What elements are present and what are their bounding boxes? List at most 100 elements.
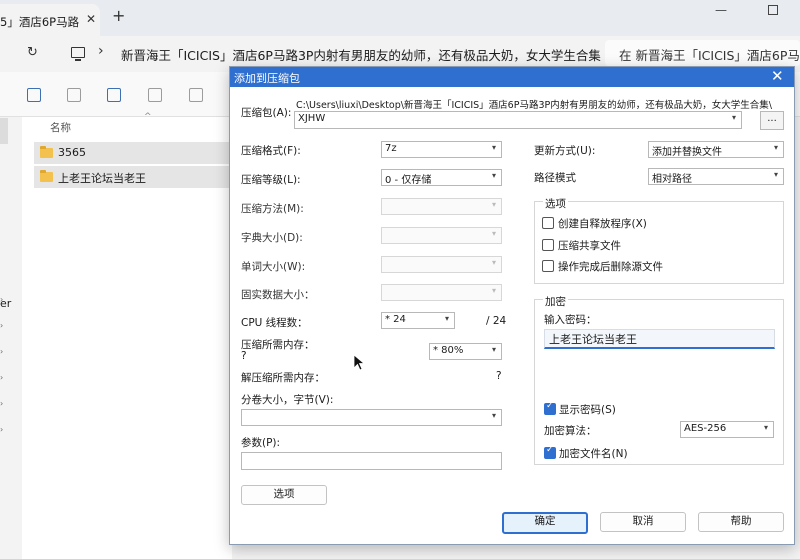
- params-label: 参数(P):: [241, 437, 281, 449]
- list-item[interactable]: 3565: [34, 142, 232, 164]
- options-group-title: 选项: [543, 196, 568, 211]
- method-label: 压缩方法(M):: [241, 203, 304, 215]
- path-mode-label: 路径模式: [534, 172, 576, 184]
- dialog-title: 添加到压缩包: [234, 72, 300, 85]
- breadcrumb-path[interactable]: 新晋海王「ICICIS」酒店6P马路3P内射有男朋友的幼师，还有极品大奶，女大学…: [121, 45, 601, 64]
- update-mode-value: 添加并替换文件: [652, 147, 722, 158]
- expand-arrow-icon[interactable]: ›: [0, 321, 3, 330]
- expand-arrow-icon[interactable]: ›: [0, 399, 3, 408]
- delete-icon[interactable]: [189, 88, 203, 102]
- password-value: 上老王论坛当老王: [549, 333, 637, 346]
- password-label: 输入密码：: [544, 314, 597, 326]
- dict-size-select[interactable]: ▾: [381, 227, 502, 244]
- mem-compress-hint: ?: [241, 350, 247, 362]
- options-group: 选项 创建自释放程序(X) 压缩共享文件 操作完成后删除源文件: [534, 196, 784, 284]
- expand-arrow-icon[interactable]: ›: [0, 347, 3, 356]
- expand-arrow-icon[interactable]: ›: [0, 425, 3, 434]
- column-header-name[interactable]: 名称: [50, 120, 71, 135]
- tab-title: 5」酒店6P马路: [0, 15, 80, 29]
- volume-combobox[interactable]: ▾: [241, 409, 502, 426]
- path-mode-value: 相对路径: [652, 174, 692, 185]
- password-input[interactable]: 上老王论坛当老王: [544, 329, 775, 349]
- close-icon[interactable]: ✕: [771, 67, 784, 85]
- minimize-icon[interactable]: —: [715, 3, 727, 17]
- mouse-cursor-icon: [353, 354, 365, 371]
- expand-arrow-icon[interactable]: ›: [0, 373, 3, 382]
- chevron-right-icon[interactable]: ›: [98, 43, 104, 59]
- rename-icon[interactable]: [107, 88, 121, 102]
- add-to-archive-dialog: 添加到压缩包 ✕ 压缩包(A): C:\Users\liuxi\Desktop\…: [229, 66, 795, 545]
- ok-button[interactable]: 确定: [502, 512, 588, 534]
- shared-label[interactable]: 压缩共享文件: [558, 238, 621, 253]
- chevron-down-icon: ▾: [444, 314, 449, 323]
- paste-icon[interactable]: [67, 88, 81, 102]
- expand-arrow-icon[interactable]: ›: [0, 295, 3, 304]
- mem-decompress-value: ?: [496, 370, 502, 382]
- list-item[interactable]: 上老王论坛当老王: [34, 166, 232, 188]
- search-input[interactable]: 在 新晋海王「ICICIS」酒店6P马: [605, 40, 800, 66]
- help-button[interactable]: 帮助: [698, 512, 784, 532]
- encryption-method-label: 加密算法：: [544, 425, 597, 437]
- chevron-down-icon: ▾: [491, 229, 496, 238]
- encryption-method-select[interactable]: AES-256 ▾: [680, 421, 774, 438]
- tab-active[interactable]: 5」酒店6P马路 ✕: [0, 4, 100, 36]
- refresh-icon[interactable]: ↻: [27, 45, 38, 60]
- archive-name-combobox[interactable]: XJHW ▾: [294, 111, 742, 129]
- mem-compress-label: 压缩所需内存：: [241, 339, 315, 351]
- show-password-checkbox[interactable]: [544, 401, 556, 415]
- sort-ascending-icon[interactable]: ^: [144, 112, 152, 122]
- level-label: 压缩等级(L):: [241, 174, 301, 186]
- chevron-down-icon: ▾: [491, 411, 496, 420]
- method-select[interactable]: ▾: [381, 198, 502, 215]
- format-value: 7z: [385, 143, 397, 154]
- sfx-checkbox[interactable]: [542, 217, 554, 229]
- cancel-button[interactable]: 取消: [600, 512, 686, 532]
- mem-compress-value: * 80%: [433, 345, 464, 356]
- folder-icon: [40, 170, 53, 182]
- update-mode-select[interactable]: 添加并替换文件 ▾: [648, 141, 784, 158]
- chevron-down-icon: ▾: [773, 143, 778, 152]
- cpu-threads-label: CPU 线程数：: [241, 317, 308, 329]
- maximize-icon[interactable]: [768, 5, 778, 15]
- archive-path: C:\Users\liuxi\Desktop\新晋海王「ICICIS」酒店6P马…: [296, 100, 772, 111]
- mem-compress-select[interactable]: * 80% ▾: [429, 343, 502, 360]
- update-mode-label: 更新方式(U):: [534, 145, 596, 157]
- dialog-titlebar[interactable]: 添加到压缩包 ✕: [230, 67, 794, 87]
- chevron-down-icon: ▾: [491, 200, 496, 209]
- params-input[interactable]: [241, 452, 502, 470]
- file-name: 3565: [58, 146, 86, 159]
- path-mode-select[interactable]: 相对路径 ▾: [648, 168, 784, 185]
- chevron-down-icon[interactable]: ▾: [732, 113, 736, 122]
- file-list: ^ 名称 3565 上老王论坛当老王: [22, 112, 232, 559]
- cpu-threads-select[interactable]: * 24 ▾: [381, 312, 455, 329]
- new-tab-icon[interactable]: +: [112, 6, 125, 25]
- dict-size-label: 字典大小(D):: [241, 232, 303, 244]
- options-button[interactable]: 选项: [241, 485, 327, 505]
- delete-source-label[interactable]: 操作完成后删除源文件: [558, 259, 663, 274]
- this-pc-icon[interactable]: [71, 47, 85, 61]
- encrypt-filenames-checkbox[interactable]: [544, 445, 556, 459]
- chevron-down-icon: ▾: [491, 171, 496, 180]
- browse-button[interactable]: ...: [760, 111, 784, 130]
- chevron-down-icon: ▾: [491, 143, 496, 152]
- share-icon[interactable]: [148, 88, 162, 102]
- word-size-label: 单词大小(W):: [241, 261, 306, 273]
- sfx-label[interactable]: 创建自释放程序(X): [558, 216, 647, 231]
- word-size-select[interactable]: ▾: [381, 256, 502, 273]
- chevron-down-icon: ▾: [763, 423, 768, 432]
- encryption-method-value: AES-256: [684, 423, 727, 434]
- mem-decompress-label: 解压缩所需内存：: [241, 372, 325, 384]
- close-tab-icon[interactable]: ✕: [86, 12, 96, 26]
- encrypt-filenames-label[interactable]: 加密文件名(N): [559, 446, 628, 461]
- format-select[interactable]: 7z ▾: [381, 141, 502, 158]
- nav-selected-item[interactable]: [0, 118, 8, 144]
- solid-size-select[interactable]: ▾: [381, 284, 502, 301]
- delete-source-checkbox[interactable]: [542, 260, 554, 272]
- level-select[interactable]: 0 - 仅存储 ▾: [381, 169, 502, 186]
- show-password-label[interactable]: 显示密码(S): [559, 402, 616, 417]
- nav-pane: er › › › › › ›: [0, 117, 12, 559]
- shared-checkbox[interactable]: [542, 239, 554, 251]
- copy-icon[interactable]: [27, 88, 41, 102]
- file-name: 上老王论坛当老王: [58, 172, 146, 185]
- cpu-threads-value: * 24: [385, 314, 406, 325]
